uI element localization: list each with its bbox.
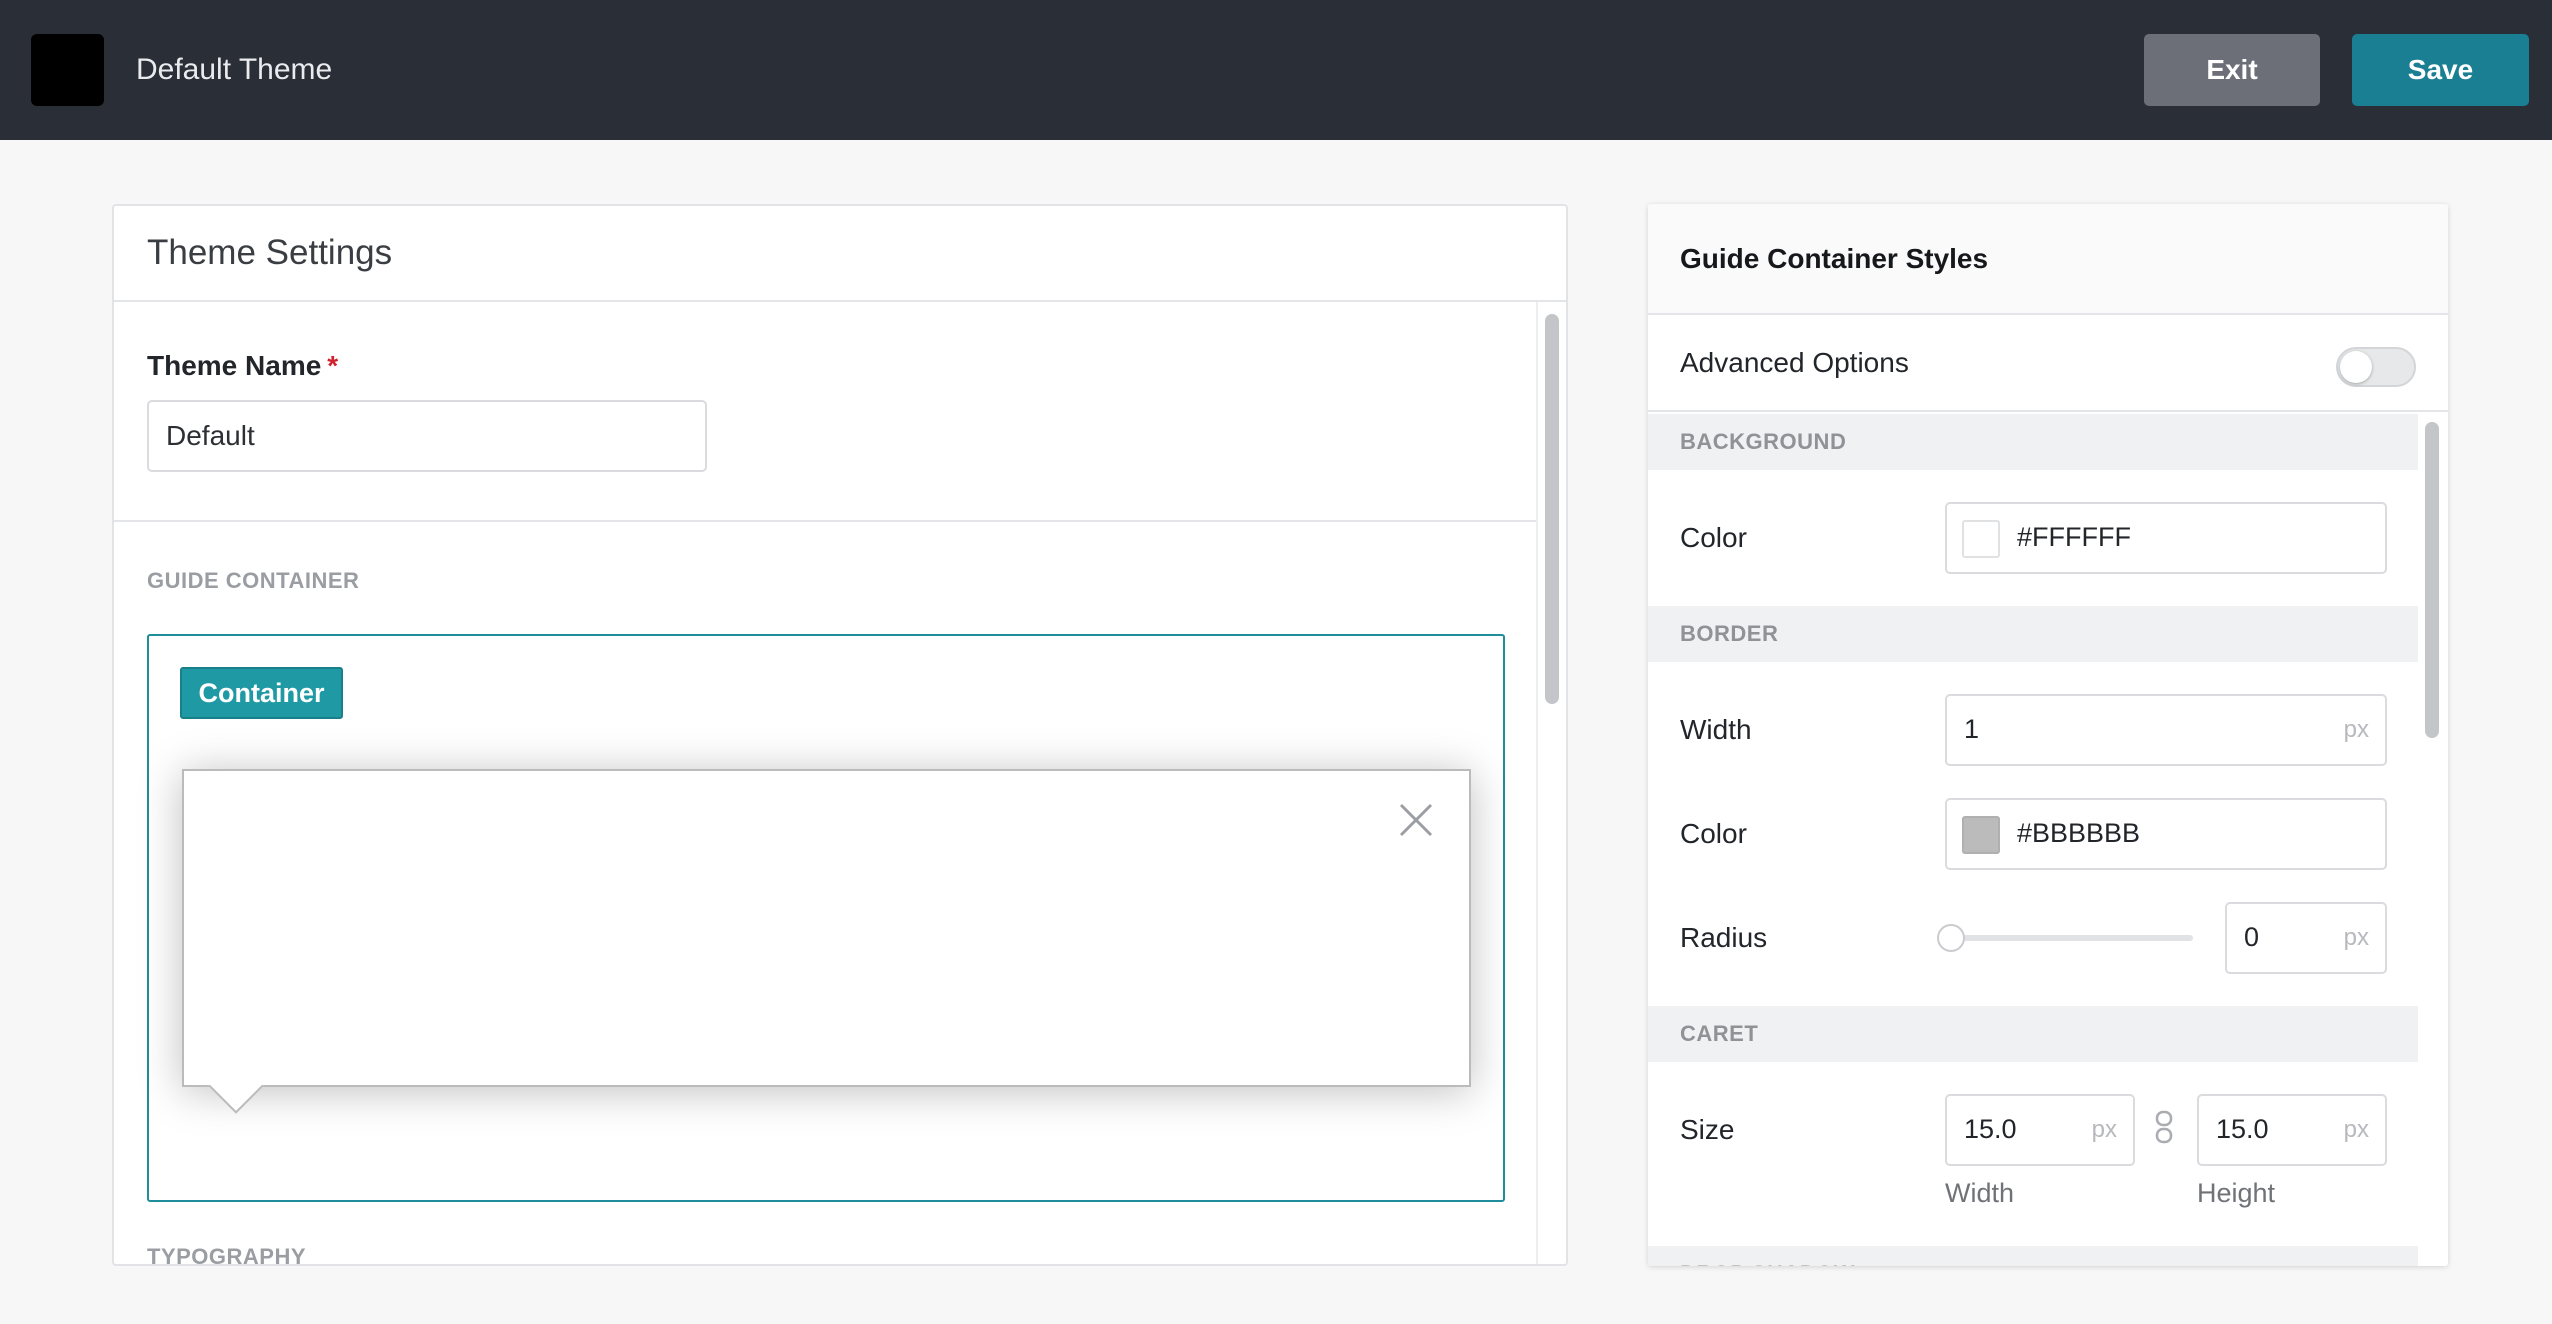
border-color-swatch[interactable]	[1962, 816, 2000, 854]
guide-caret	[200, 1085, 270, 1119]
scrollbar-thumb[interactable]	[1545, 314, 1559, 704]
theme-name-label: Theme Name *	[147, 350, 338, 382]
styles-scroll-area: BACKGROUND Color #FFFFFF BORDER Width 1 …	[1648, 414, 2448, 1266]
background-color-swatch[interactable]	[1962, 520, 2000, 558]
theme-name-input[interactable]: Default	[147, 400, 707, 472]
exit-button[interactable]: Exit	[2144, 34, 2320, 106]
border-radius-slider-knob[interactable]	[1937, 924, 1965, 952]
link-dimensions-icon[interactable]	[2154, 1110, 2174, 1144]
toggle-knob	[2340, 351, 2372, 383]
border-radius-unit: px	[2343, 924, 2369, 951]
border-width-input[interactable]: 1 px	[1945, 694, 2387, 766]
advanced-options-row: Advanced Options	[1648, 315, 2448, 412]
guide-container-preview[interactable]: Container	[147, 634, 1505, 1202]
border-radius-value: 0	[2244, 922, 2260, 952]
theme-settings-scrollbar[interactable]	[1536, 302, 1566, 1264]
caret-size-label: Size	[1680, 1114, 1735, 1145]
styles-panel-header: Guide Container Styles	[1648, 204, 2448, 315]
caret-width-value: 15.0	[1964, 1114, 2017, 1144]
theme-name-section: Theme Name * Default	[114, 304, 1538, 522]
required-marker: *	[327, 350, 339, 381]
background-color-input[interactable]: #FFFFFF	[1945, 502, 2387, 574]
advanced-options-label: Advanced Options	[1680, 346, 1909, 378]
caret-group-heading: CARET	[1648, 1006, 2418, 1062]
border-color-input[interactable]: #BBBBBB	[1945, 798, 2387, 870]
caret-height-caption: Height	[2197, 1178, 2276, 1208]
border-color-label: Color	[1680, 818, 1747, 849]
styles-panel-title: Guide Container Styles	[1680, 242, 1989, 274]
border-radius-label: Radius	[1680, 922, 1768, 953]
theme-settings-header: Theme Settings	[114, 206, 1566, 302]
guide-container-section-label: GUIDE CONTAINER	[147, 568, 360, 593]
styles-scrollbar[interactable]	[2418, 414, 2448, 1266]
border-radius-slider[interactable]	[1937, 924, 2193, 952]
save-button[interactable]: Save	[2352, 34, 2529, 106]
caret-height-input[interactable]: 15.0 px	[2197, 1094, 2387, 1166]
border-width-label: Width	[1680, 714, 1752, 745]
styles-scrollbar-thumb[interactable]	[2425, 422, 2439, 738]
theme-settings-panel: Theme Settings Theme Name * Default GUIDE…	[112, 204, 1568, 1266]
theme-name-label-text: Theme Name	[147, 350, 322, 381]
drop-shadow-group-heading: DROP SHADOW	[1648, 1246, 2418, 1266]
guide-card-preview	[182, 769, 1471, 1087]
border-width-value: 1	[1964, 714, 1980, 744]
theme-settings-title: Theme Settings	[147, 233, 393, 272]
typography-section-label: TYPOGRAPHY	[147, 1244, 307, 1266]
border-group-heading: BORDER	[1648, 606, 2418, 662]
caret-width-input[interactable]: 15.0 px	[1945, 1094, 2135, 1166]
caret-width-caption: Width	[1945, 1178, 2015, 1208]
advanced-options-toggle[interactable]	[2336, 347, 2416, 387]
background-color-value: #FFFFFF	[2017, 522, 2131, 552]
caret-height-value: 15.0	[2216, 1114, 2269, 1144]
guide-container-styles-panel: Guide Container Styles Advanced Options …	[1648, 204, 2448, 1266]
border-color-value: #BBBBBB	[2017, 818, 2141, 848]
caret-width-unit: px	[2091, 1116, 2117, 1143]
border-width-unit: px	[2343, 716, 2369, 743]
background-color-label: Color	[1680, 522, 1747, 553]
border-radius-input[interactable]: 0 px	[2225, 902, 2387, 974]
caret-height-unit: px	[2343, 1116, 2369, 1143]
top-bar: Default Theme Exit Save	[0, 0, 2552, 140]
container-tag[interactable]: Container	[180, 667, 343, 719]
background-group-heading: BACKGROUND	[1648, 414, 2418, 470]
app-logo	[31, 34, 104, 106]
close-icon[interactable]	[1397, 801, 1435, 839]
page-title: Default Theme	[136, 53, 333, 86]
